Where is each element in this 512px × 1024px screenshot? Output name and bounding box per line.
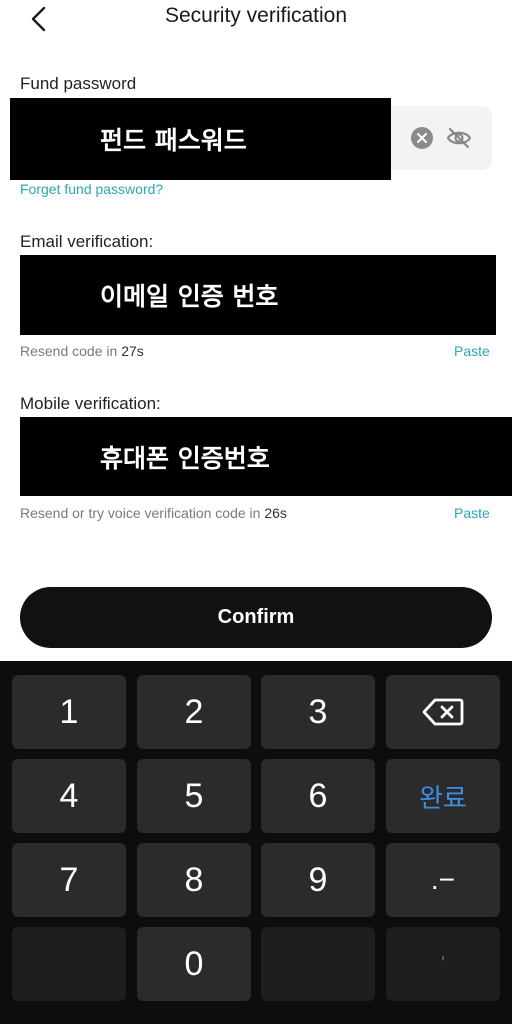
key-2[interactable]: 2 xyxy=(137,675,251,749)
confirm-button[interactable]: Confirm xyxy=(20,587,492,648)
mobile-resend-text: Resend or try voice verification code in xyxy=(20,505,265,521)
key-8[interactable]: 8 xyxy=(137,843,251,917)
mobile-verification-label: Mobile verification: xyxy=(20,394,161,413)
forget-fund-password-link[interactable]: Forget fund password? xyxy=(20,181,163,197)
apostrophe-key[interactable]: ' xyxy=(386,927,500,1001)
empty-key xyxy=(12,927,126,1001)
mobile-code-input[interactable]: 휴대폰 인증번호 xyxy=(20,417,512,496)
key-9[interactable]: 9 xyxy=(261,843,375,917)
dot-minus-key[interactable]: .− xyxy=(386,843,500,917)
key-6[interactable]: 6 xyxy=(261,759,375,833)
key-3[interactable]: 3 xyxy=(261,675,375,749)
mobile-paste-button[interactable]: Paste xyxy=(454,505,490,521)
key-7[interactable]: 7 xyxy=(12,843,126,917)
backspace-icon xyxy=(422,698,464,726)
clear-icon[interactable] xyxy=(411,127,433,149)
email-resend-hint: Resend code in 27s xyxy=(20,343,144,359)
key-4[interactable]: 4 xyxy=(12,759,126,833)
numeric-keypad: 1 2 3 4 5 6 완료 7 8 9 .− 0 ' xyxy=(0,661,512,1024)
empty-key xyxy=(261,927,375,1001)
email-paste-button[interactable]: Paste xyxy=(454,343,490,359)
key-5[interactable]: 5 xyxy=(137,759,251,833)
fund-password-label: Fund password xyxy=(20,74,137,93)
backspace-key[interactable] xyxy=(386,675,500,749)
mobile-resend-countdown: 26s xyxy=(264,505,287,521)
email-verification-label: Email verification: xyxy=(20,232,154,251)
done-key[interactable]: 완료 xyxy=(386,759,500,833)
fund-password-redaction: 펀드 패스워드 xyxy=(10,98,391,180)
email-resend-text: Resend code in xyxy=(20,343,122,359)
key-1[interactable]: 1 xyxy=(12,675,126,749)
key-0[interactable]: 0 xyxy=(137,927,251,1001)
email-code-input[interactable]: 이메일 인증 번호 xyxy=(20,255,496,335)
email-resend-countdown: 27s xyxy=(121,343,144,359)
header: Security verification xyxy=(0,0,512,36)
mobile-resend-hint: Resend or try voice verification code in… xyxy=(20,505,287,521)
page-title: Security verification xyxy=(164,4,348,27)
eye-off-icon[interactable] xyxy=(446,126,472,150)
